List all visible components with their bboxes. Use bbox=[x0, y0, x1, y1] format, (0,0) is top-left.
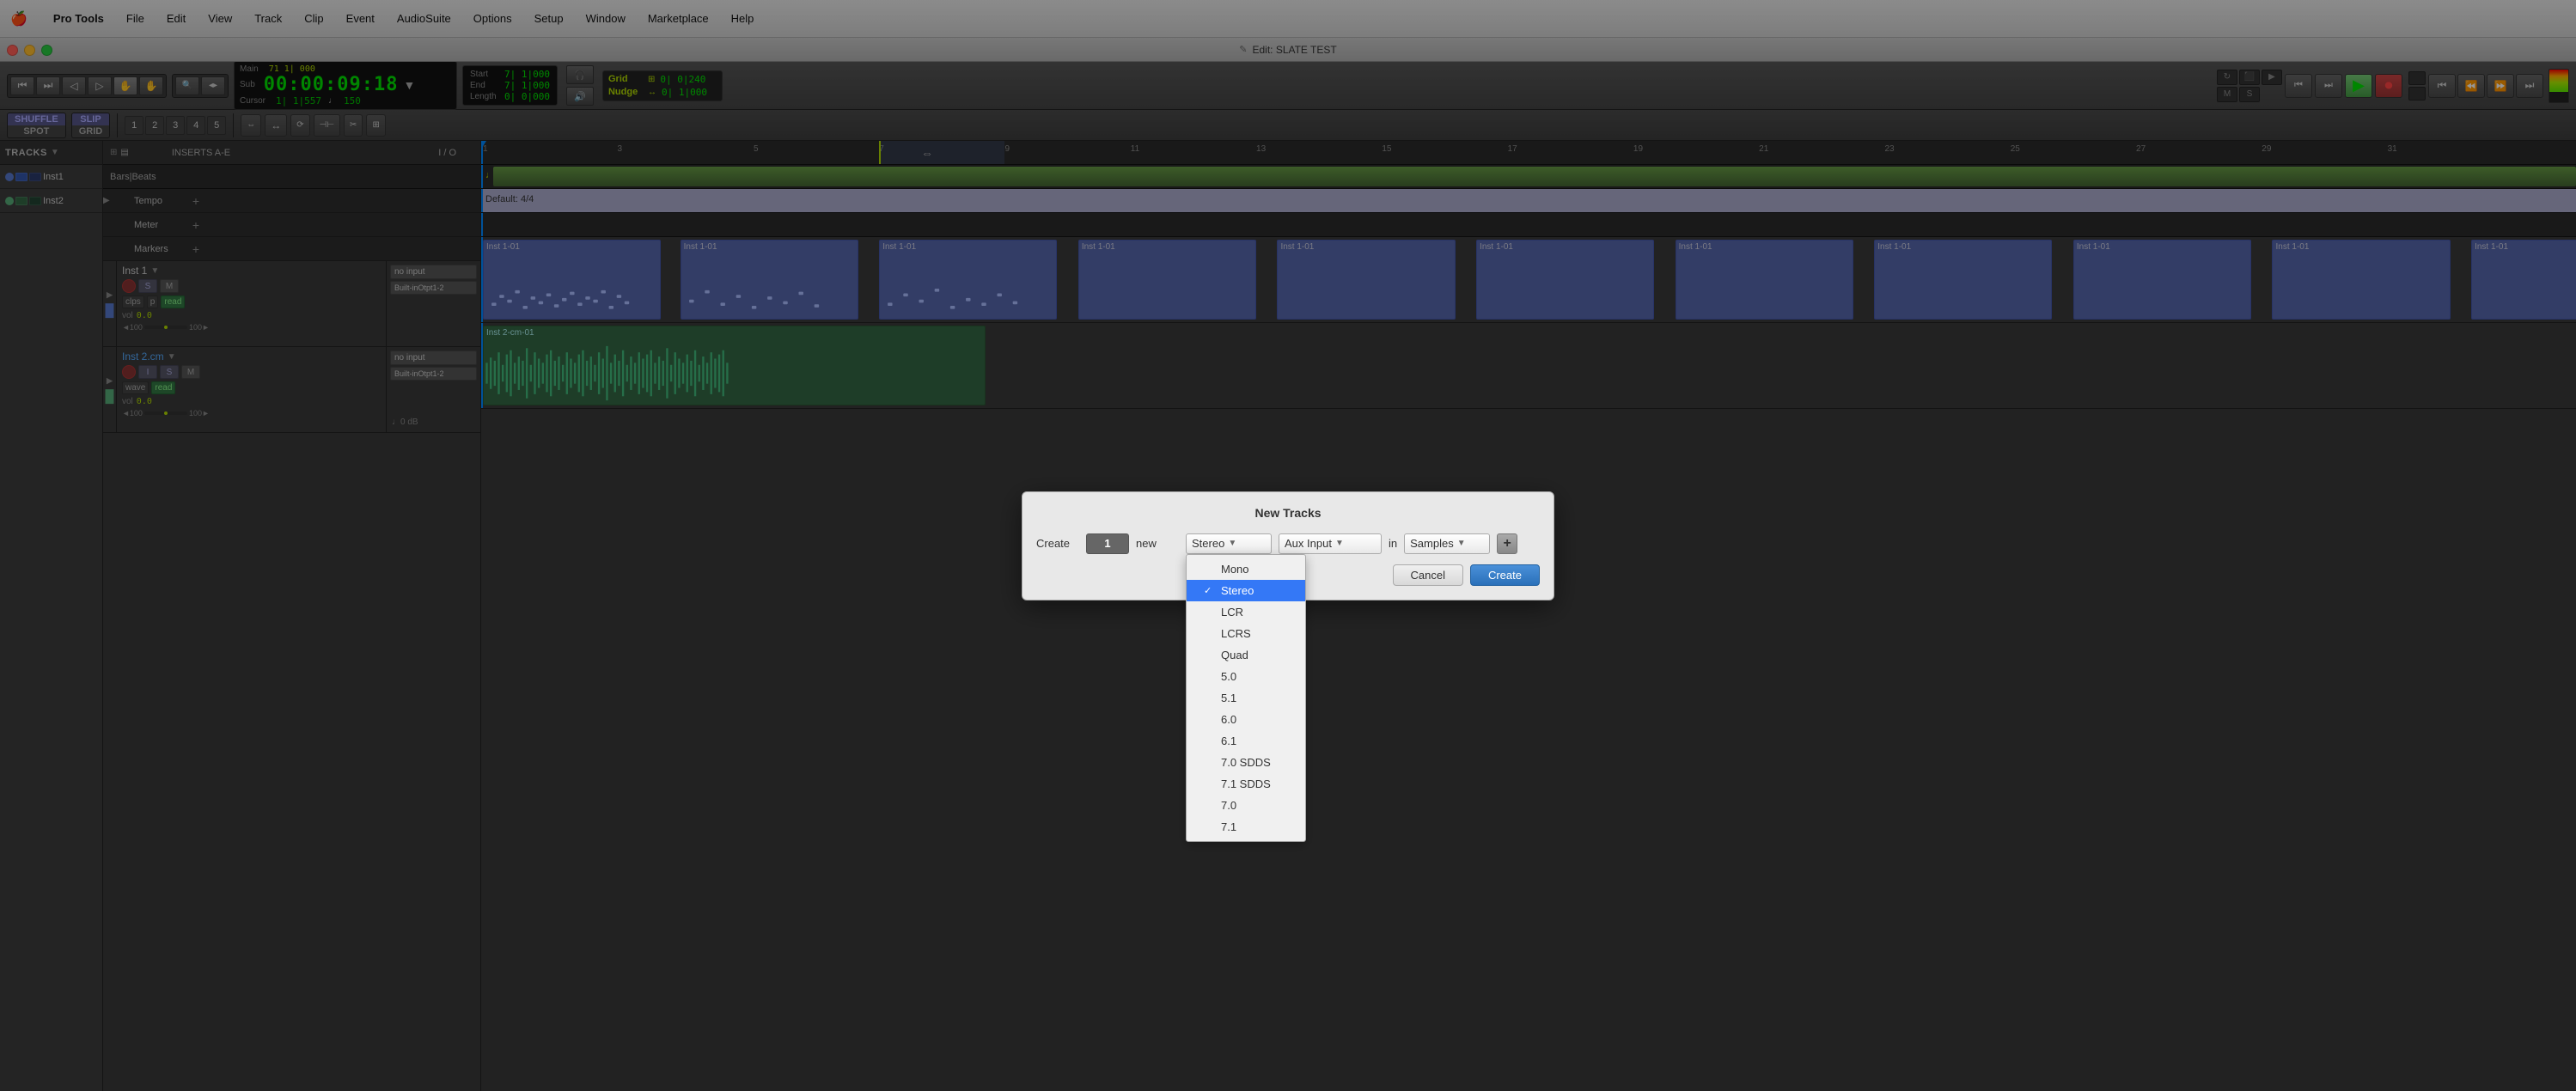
stereo-check: ✓ bbox=[1204, 585, 1216, 596]
option-lcr[interactable]: LCR bbox=[1187, 601, 1305, 623]
option-5-1[interactable]: 5.1 bbox=[1187, 687, 1305, 709]
dialog-container: New Tracks Create new Stereo ▼ Mono bbox=[1022, 491, 1554, 600]
create-label: Create bbox=[1036, 537, 1079, 550]
option-lcrs[interactable]: LCRS bbox=[1187, 623, 1305, 644]
option-6-1[interactable]: 6.1 bbox=[1187, 730, 1305, 752]
channel-type-dropdown[interactable]: Stereo ▼ bbox=[1186, 533, 1272, 554]
track-type-value: Aux Input bbox=[1285, 537, 1332, 550]
create-button[interactable]: Create bbox=[1470, 564, 1540, 586]
option-quad[interactable]: Quad bbox=[1187, 644, 1305, 666]
cancel-button[interactable]: Cancel bbox=[1393, 564, 1463, 586]
7-0-label: 7.0 bbox=[1221, 799, 1236, 812]
option-5-0[interactable]: 5.0 bbox=[1187, 666, 1305, 687]
option-mono[interactable]: Mono bbox=[1187, 558, 1305, 580]
7-0-sdds-label: 7.0 SDDS bbox=[1221, 756, 1271, 769]
quad-label: Quad bbox=[1221, 649, 1248, 661]
5-0-label: 5.0 bbox=[1221, 670, 1236, 683]
track-type-dropdown[interactable]: Aux Input ▼ bbox=[1279, 533, 1382, 554]
track-count-input[interactable] bbox=[1086, 533, 1129, 554]
option-7-1-sdds[interactable]: 7.1 SDDS bbox=[1187, 773, 1305, 795]
7-1-label: 7.1 bbox=[1221, 820, 1236, 833]
samples-dropdown-arrow: ▼ bbox=[1457, 539, 1466, 548]
6-1-label: 6.1 bbox=[1221, 734, 1236, 747]
in-label: in bbox=[1389, 537, 1397, 550]
track-type-dropdown-arrow: ▼ bbox=[1335, 539, 1344, 548]
samples-value: Samples bbox=[1410, 537, 1454, 550]
dialog-title: New Tracks bbox=[1036, 506, 1540, 520]
dialog-create-row: Create new Stereo ▼ Mono bbox=[1036, 533, 1540, 554]
new-tracks-dialog: New Tracks Create new Stereo ▼ Mono bbox=[1022, 491, 1554, 600]
modal-overlay: New Tracks Create new Stereo ▼ Mono bbox=[0, 0, 2576, 1091]
channel-dropdown-container: Stereo ▼ Mono ✓ Stereo bbox=[1186, 533, 1272, 554]
channel-dropdown-arrow: ▼ bbox=[1228, 539, 1236, 548]
7-1-sdds-label: 7.1 SDDS bbox=[1221, 777, 1271, 790]
channel-selected-value: Stereo bbox=[1192, 537, 1224, 550]
lcr-label: LCR bbox=[1221, 606, 1243, 619]
6-0-label: 6.0 bbox=[1221, 713, 1236, 726]
option-7-0[interactable]: 7.0 bbox=[1187, 795, 1305, 816]
5-1-label: 5.1 bbox=[1221, 692, 1236, 704]
option-6-0[interactable]: 6.0 bbox=[1187, 709, 1305, 730]
stereo-label: Stereo bbox=[1221, 584, 1254, 597]
option-stereo[interactable]: ✓ Stereo bbox=[1187, 580, 1305, 601]
add-track-plus-btn[interactable]: + bbox=[1497, 533, 1517, 554]
samples-dropdown[interactable]: Samples ▼ bbox=[1404, 533, 1490, 554]
mono-label: Mono bbox=[1221, 563, 1249, 576]
option-7-1[interactable]: 7.1 bbox=[1187, 816, 1305, 838]
option-7-0-sdds[interactable]: 7.0 SDDS bbox=[1187, 752, 1305, 773]
new-label: new bbox=[1136, 537, 1179, 550]
channel-dropdown-menu: Mono ✓ Stereo LCR LCRS bbox=[1186, 554, 1306, 842]
lcrs-label: LCRS bbox=[1221, 627, 1251, 640]
